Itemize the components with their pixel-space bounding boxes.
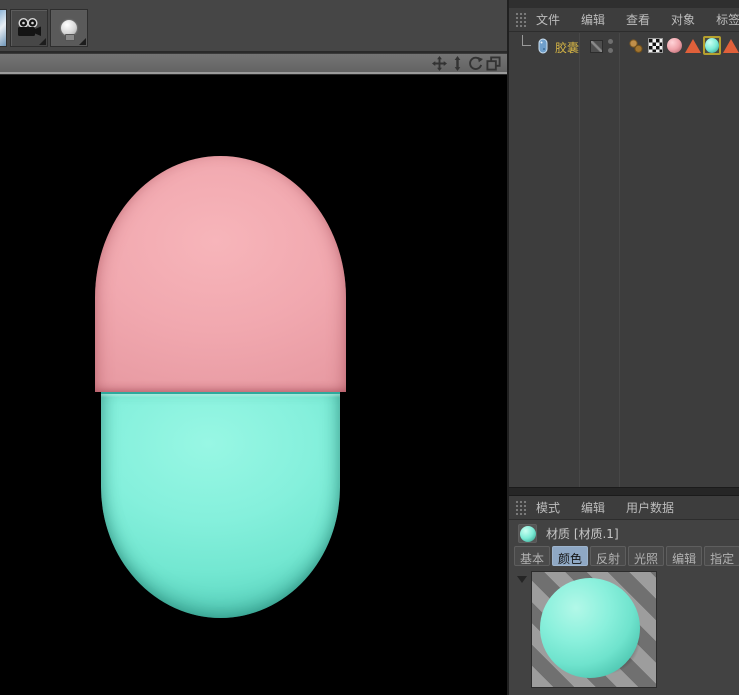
- partial-edge-button[interactable]: [0, 9, 7, 47]
- toggle-view-icon[interactable]: [485, 55, 501, 71]
- rotate-icon[interactable]: [467, 55, 483, 71]
- attribute-manager-menubar: 模式 编辑 用户数据: [509, 496, 739, 520]
- column-divider: [619, 33, 620, 487]
- compositing-tag-icon[interactable]: [646, 36, 664, 55]
- menu-item-mode[interactable]: 模式: [536, 499, 560, 516]
- viewport-3d[interactable]: [0, 75, 507, 695]
- selection-tag-icon[interactable]: [722, 36, 739, 55]
- object-label[interactable]: 胶囊: [555, 39, 579, 56]
- panel-grip-icon[interactable]: [515, 12, 528, 27]
- layer-chip-icon[interactable]: [590, 40, 603, 53]
- panel-splitter[interactable]: [509, 487, 739, 496]
- render-camera-button[interactable]: [10, 9, 48, 47]
- viewport-titlebar: [0, 53, 507, 74]
- visibility-toggles[interactable]: [608, 39, 614, 55]
- menu-item-user-data[interactable]: 用户数据: [626, 499, 674, 516]
- capsule-primitive-icon[interactable]: [535, 38, 550, 58]
- material-tag-teal-icon[interactable]: [703, 36, 721, 55]
- capsule-top-half[interactable]: [95, 156, 346, 392]
- tab-reflection[interactable]: 反射: [590, 546, 626, 566]
- flyout-corner-icon: [79, 38, 86, 45]
- tab-editor[interactable]: 编辑: [666, 546, 702, 566]
- material-sphere-icon: [520, 526, 536, 542]
- material-thumbnail[interactable]: [518, 524, 537, 543]
- dolly-icon[interactable]: [449, 55, 465, 71]
- object-manager-topstrip: [509, 0, 739, 8]
- tree-branch-icon: [522, 35, 531, 46]
- material-preview-area: [509, 570, 739, 695]
- camera-icon: [16, 18, 42, 38]
- selection-tag-icon[interactable]: [684, 36, 702, 55]
- column-divider: [579, 33, 580, 487]
- top-toolbar: [0, 0, 507, 52]
- material-preview[interactable]: [531, 571, 657, 688]
- menu-item-edit[interactable]: 编辑: [581, 11, 605, 28]
- flyout-corner-icon: [39, 38, 46, 45]
- object-manager-menubar: 文件 编辑 查看 对象 标签 书签: [509, 8, 739, 32]
- menu-item-tags[interactable]: 标签: [716, 11, 739, 28]
- attribute-manager: 模式 编辑 用户数据 材质 [材质.1] 基本 颜色 反射 光照 编辑 指定: [509, 496, 739, 695]
- menu-item-view[interactable]: 查看: [626, 11, 650, 28]
- menu-item-edit[interactable]: 编辑: [581, 499, 605, 516]
- material-tag-pink-icon[interactable]: [665, 36, 683, 55]
- tab-illumination[interactable]: 光照: [628, 546, 664, 566]
- right-panel: 文件 编辑 查看 对象 标签 书签 胶囊: [507, 0, 739, 695]
- application-window: 文件 编辑 查看 对象 标签 书签 胶囊: [0, 0, 739, 695]
- menu-item-object[interactable]: 对象: [671, 11, 695, 28]
- object-manager-list: 胶囊: [509, 33, 739, 487]
- tab-basic[interactable]: 基本: [514, 546, 550, 566]
- preview-sphere: [540, 578, 640, 678]
- menu-item-file[interactable]: 文件: [536, 11, 560, 28]
- phong-tag-icon[interactable]: [627, 36, 645, 55]
- light-button[interactable]: [50, 9, 88, 47]
- object-row-capsule[interactable]: 胶囊: [509, 35, 739, 57]
- capsule-bottom-half[interactable]: [101, 392, 340, 618]
- lightbulb-icon: [61, 20, 77, 36]
- pan-icon[interactable]: [431, 55, 447, 71]
- material-header: 材质 [材质.1]: [509, 521, 739, 546]
- expander-triangle-icon[interactable]: [517, 576, 527, 583]
- viewport-nav: [431, 55, 501, 71]
- tab-assign[interactable]: 指定: [704, 546, 739, 566]
- material-title: 材质 [材质.1]: [546, 525, 619, 542]
- material-tabs: 基本 颜色 反射 光照 编辑 指定: [514, 546, 739, 566]
- tag-strip: [627, 36, 739, 55]
- panel-grip-icon[interactable]: [515, 500, 528, 515]
- tab-color[interactable]: 颜色: [552, 546, 588, 566]
